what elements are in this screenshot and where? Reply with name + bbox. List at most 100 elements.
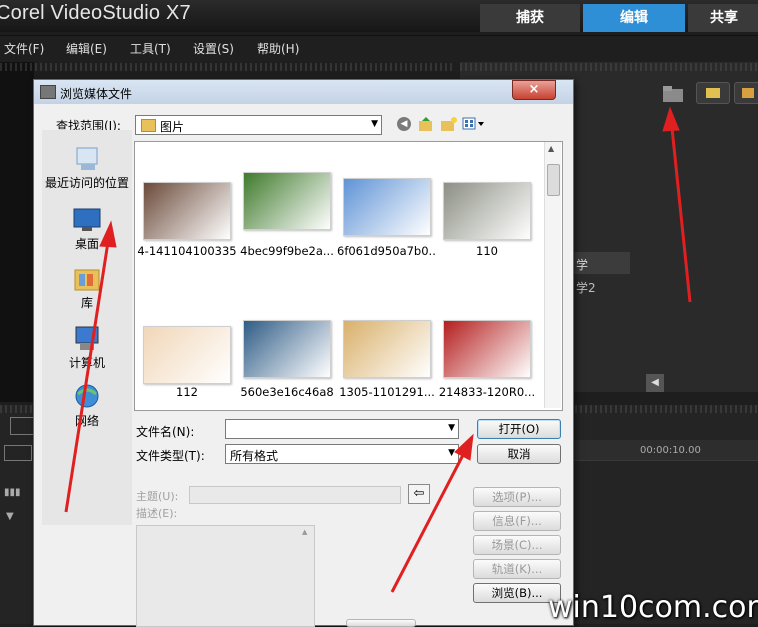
look-in-value: 图片	[160, 120, 185, 134]
track-button[interactable]: 轨道(K)...	[473, 559, 561, 579]
browse-media-dialog: 浏览媒体文件 × 查找范围(I): 图片 ▼ ◀ 最近访问的位置 桌面 库 计算…	[33, 79, 574, 627]
player-panel	[0, 62, 34, 402]
place-computer[interactable]: 计算机	[42, 324, 132, 371]
place-desktop-label: 桌面	[74, 237, 99, 251]
chevron-down-icon[interactable]: ▼	[6, 511, 14, 522]
tab-capture[interactable]: 捕获	[480, 4, 580, 32]
thumbnail-image	[144, 327, 230, 383]
video-filter-button[interactable]	[696, 82, 730, 104]
chevron-down-icon: ▼	[371, 119, 378, 129]
timeline-view-icon[interactable]	[4, 445, 32, 461]
scroll-thumb[interactable]	[547, 164, 560, 196]
file-thumbnail[interactable]	[343, 320, 431, 378]
options-button[interactable]: 选项(P)...	[473, 487, 561, 507]
file-name[interactable]: 214833-120R0...	[437, 385, 537, 399]
filetype-label: 文件类型(T):	[136, 449, 205, 463]
track-icon[interactable]: ▮▮▮	[4, 487, 21, 498]
place-computer-label: 计算机	[68, 356, 105, 370]
file-thumbnail[interactable]	[243, 320, 331, 378]
desktop-icon	[72, 205, 102, 235]
description-field[interactable]: ▲	[136, 525, 315, 627]
chevron-down-icon: ▼	[448, 448, 455, 458]
info-button[interactable]: 信息(F)...	[473, 511, 561, 531]
file-list-scrollbar[interactable]: ▲	[544, 142, 561, 408]
file-thumbnail[interactable]	[343, 178, 431, 236]
cancel-button[interactable]: 取消	[477, 444, 561, 464]
recent-places-icon	[73, 144, 101, 174]
place-recent-label: 最近访问的位置	[44, 176, 129, 190]
view-menu-icon[interactable]	[462, 117, 486, 131]
dialog-title: 浏览媒体文件	[60, 87, 133, 101]
file-name[interactable]: 6f061d950a7b0...	[337, 244, 437, 258]
scroll-up-icon[interactable]: ▲	[302, 528, 307, 536]
timecode-label: 00:00:10.00	[640, 445, 701, 456]
watermark: win10com.com	[548, 590, 758, 625]
library-item-label[interactable]: 学	[576, 256, 588, 273]
look-in-dropdown[interactable]: 图片 ▼	[135, 115, 382, 135]
place-desktop[interactable]: 桌面	[42, 205, 132, 252]
file-name[interactable]: 110	[437, 244, 537, 258]
menu-bar	[0, 35, 758, 62]
thumbnail-image	[144, 183, 230, 239]
back-icon[interactable]: ◀	[397, 117, 411, 131]
subject-field[interactable]	[189, 486, 401, 504]
close-button[interactable]: ×	[512, 80, 556, 100]
place-recent[interactable]: 最近访问的位置	[42, 144, 132, 191]
library-item-label[interactable]: 学2	[576, 279, 596, 296]
app-title: Corel VideoStudio X7	[0, 2, 191, 24]
up-folder-icon[interactable]	[418, 116, 434, 132]
places-bar: 最近访问的位置 桌面 库 计算机 网络	[42, 130, 132, 525]
file-name[interactable]: 560e3e16c46a8	[237, 385, 337, 399]
file-thumbnail[interactable]	[443, 320, 531, 378]
file-thumbnail[interactable]	[143, 182, 231, 240]
file-name[interactable]: 4bec99f9be2a...	[237, 244, 337, 258]
thumbnail-image	[444, 183, 530, 239]
open-button[interactable]: 打开(O)	[477, 419, 561, 439]
menu-file[interactable]: 文件(F)	[4, 40, 44, 57]
arrow-left-icon[interactable]: ⇦	[408, 484, 430, 504]
description-label: 描述(E):	[136, 507, 178, 520]
menu-tools[interactable]: 工具(T)	[130, 40, 171, 57]
scroll-left-button[interactable]: ◀	[646, 374, 664, 392]
library-icon	[72, 264, 102, 294]
play-button-partial[interactable]	[346, 619, 416, 627]
file-thumbnail[interactable]	[143, 326, 231, 384]
panel-grip	[0, 63, 455, 71]
thumbnail-image	[244, 173, 330, 229]
chevron-down-icon: ▼	[448, 423, 455, 433]
panel-grip	[460, 63, 758, 71]
tab-share[interactable]: 共享	[688, 4, 758, 32]
place-library[interactable]: 库	[42, 264, 132, 311]
new-folder-icon[interactable]	[440, 116, 458, 132]
file-name[interactable]: 4-141104100335	[137, 244, 237, 258]
menu-settings[interactable]: 设置(S)	[193, 40, 234, 57]
thumbnail-image	[344, 179, 430, 235]
photo-filter-button[interactable]	[734, 82, 758, 104]
storyboard-view-icon[interactable]	[10, 417, 34, 435]
subject-label: 主题(U):	[136, 490, 179, 503]
scene-button[interactable]: 场景(C)...	[473, 535, 561, 555]
menu-edit[interactable]: 编辑(E)	[66, 40, 107, 57]
tab-edit[interactable]: 编辑	[583, 4, 685, 32]
filetype-value: 所有格式	[230, 449, 279, 463]
network-icon	[72, 382, 102, 412]
dialog-app-icon	[40, 85, 56, 99]
file-thumbnail[interactable]	[243, 172, 331, 230]
place-library-label: 库	[80, 296, 93, 310]
filename-input[interactable]: ▼	[225, 419, 459, 439]
thumbnail-image	[244, 321, 330, 377]
thumbnail-image	[344, 321, 430, 377]
folder-icon[interactable]	[660, 82, 686, 106]
place-network-label: 网络	[74, 414, 99, 428]
folder-icon	[141, 119, 156, 132]
scroll-up-icon[interactable]: ▲	[548, 144, 554, 153]
filetype-dropdown[interactable]: 所有格式 ▼	[225, 444, 459, 464]
computer-icon	[72, 324, 102, 354]
file-name[interactable]: 112	[137, 385, 237, 399]
place-network[interactable]: 网络	[42, 382, 132, 429]
filename-label: 文件名(N):	[136, 425, 195, 439]
file-thumbnail[interactable]	[443, 182, 531, 240]
thumbnail-image	[444, 321, 530, 377]
file-name[interactable]: 1305-1101291...	[337, 385, 437, 399]
menu-help[interactable]: 帮助(H)	[257, 40, 299, 57]
